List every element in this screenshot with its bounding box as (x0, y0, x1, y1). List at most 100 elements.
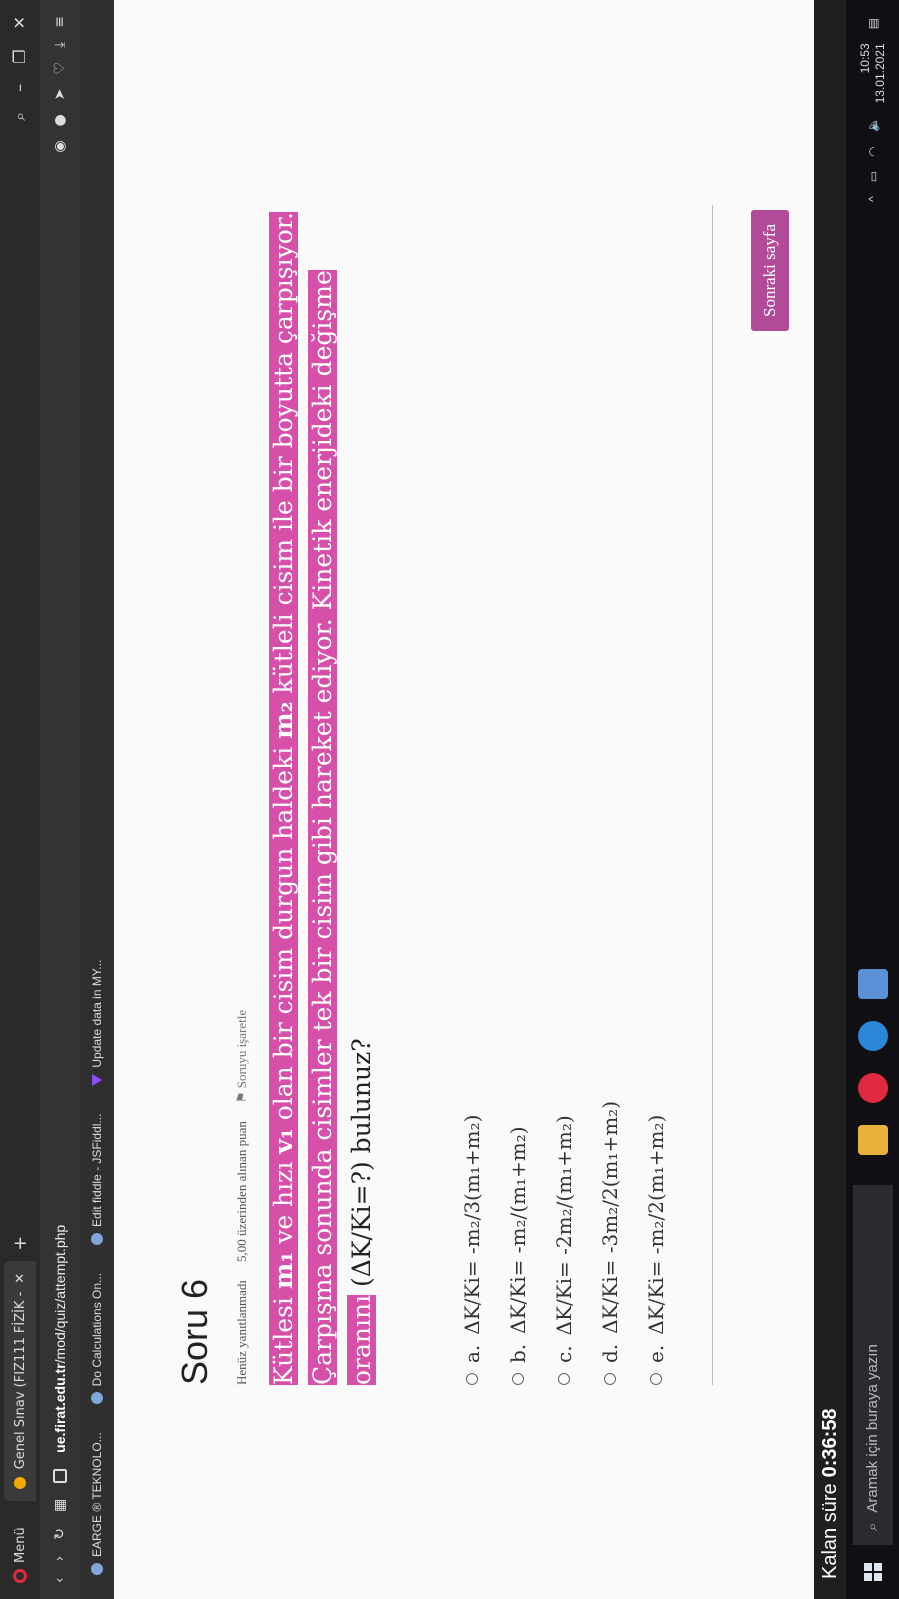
question-points: 5,00 üzerinden alınan puan (234, 1121, 249, 1262)
url-path: /mod/quiz/attempt.php (52, 1224, 68, 1364)
answer-option[interactable]: e. ΔK/Ki= -m₂/2(m₁+m₂) (633, 1101, 679, 1385)
radio-button[interactable] (558, 1373, 570, 1385)
easy-setup-icon[interactable]: ≡ (52, 16, 68, 28)
question-text-part: m₂ (269, 701, 298, 739)
browser-menu-button[interactable]: Menü (13, 1511, 28, 1599)
option-letter: c. (552, 1345, 576, 1363)
screen: Menü Genel Sınav (FIZ111 FİZİK - ✕ + ⌕ –… (0, 0, 899, 1599)
option-letter: b. (506, 1343, 530, 1363)
windows-taskbar: ⌕ Aramak için buraya yazın ^ ▭ ◠ 🔈 10:53… (846, 0, 899, 1599)
next-page-button[interactable]: Sonraki sayfa (751, 210, 789, 332)
reload-icon[interactable]: ↻ (52, 1528, 68, 1540)
back-icon[interactable]: ‹ (52, 1577, 68, 1583)
bookmark-label: Do Calculations On... (90, 1272, 104, 1387)
battery-icon[interactable]: ▭ (866, 171, 880, 182)
clock-time: 10:53 (857, 43, 872, 74)
url-field[interactable]: ue.firat.edu.tr/mod/quiz/attempt.php (52, 1225, 68, 1453)
taskbar-apps (857, 969, 888, 1155)
radio-button[interactable] (650, 1373, 662, 1385)
option-letter: d. (598, 1343, 622, 1363)
bookmark-item[interactable]: Do Calculations On... (90, 1272, 104, 1405)
system-tray: ^ ▭ ◠ 🔈 10:53 13.01.2021 ▤ (858, 0, 888, 202)
question-text-part: v₁ (269, 1128, 298, 1154)
heart-icon[interactable]: ♡ (52, 62, 68, 75)
maximize-icon[interactable]: ❐ (10, 49, 30, 63)
edge-icon[interactable] (857, 1021, 888, 1051)
volume-icon[interactable]: 🔈 (866, 117, 880, 132)
close-window-icon[interactable]: ✕ (10, 16, 30, 29)
url-host: ue.firat.edu.tr (52, 1363, 68, 1453)
bookmark-icon (91, 1563, 103, 1575)
tab-title: Genel Sınav (FIZ111 FİZİK - (12, 1291, 28, 1470)
question-text: Kütlesi m₁ ve hızı v₁ olan bir cisim dur… (264, 205, 381, 1385)
speed-dial-icon[interactable]: ▦ (52, 1499, 68, 1512)
new-tab-icon[interactable]: + (10, 1236, 31, 1251)
taskbar-search-placeholder: Aramak için buraya yazın (864, 1344, 881, 1513)
clock[interactable]: 10:53 13.01.2021 (858, 43, 888, 103)
bookmark-icon (91, 1392, 103, 1405)
minimize-icon[interactable]: – (10, 84, 30, 92)
question-status: Henüz yanıtlanmadı (234, 1279, 249, 1385)
menu-label: Menü (12, 1527, 28, 1563)
bookmark-label: EARGE ® TEKNOLO... (90, 1432, 104, 1557)
chevron-up-icon[interactable]: ^ (866, 196, 880, 202)
option-text: ΔK/Ki= -2m₂/(m₁+m₂) (552, 1115, 576, 1336)
answer-options: a. ΔK/Ki= -m₂/3(m₁+m₂) b. ΔK/Ki= -m₂/(m₁+m… (449, 1101, 679, 1385)
vue-logo-icon (92, 1073, 102, 1086)
radio-button[interactable] (512, 1373, 524, 1385)
answer-option[interactable]: b. ΔK/Ki= -m₂/(m₁+m₂) (495, 1101, 541, 1385)
flag-label: Soruyu işaretle (234, 1009, 249, 1089)
close-tab-icon[interactable]: ✕ (13, 1273, 28, 1284)
app-icon[interactable] (857, 969, 888, 999)
timer-label: Kalan süre (818, 1483, 841, 1579)
divider (712, 205, 713, 1385)
windows-logo-icon (863, 1563, 882, 1581)
favicon-icon (14, 1477, 26, 1490)
bookmark-item[interactable]: Update data in MY... (90, 960, 104, 1086)
question-text-part: m₁ (269, 1251, 298, 1290)
option-text: ΔK/Ki= -m₂/3(m₁+m₂) (460, 1114, 484, 1335)
lock-icon (53, 1468, 67, 1483)
browser-tab[interactable]: Genel Sınav (FIZ111 FİZİK - ✕ (4, 1260, 36, 1502)
answer-option[interactable]: c. ΔK/Ki= -2m₂/(m₁+m₂) (541, 1101, 587, 1385)
option-letter: a. (460, 1344, 484, 1363)
timer-bar: Kalan süre 0:36:58 (814, 0, 846, 1599)
taskbar-search[interactable]: ⌕ Aramak için buraya yazın (852, 1185, 893, 1545)
answer-option[interactable]: d. ΔK/Ki= -3m₂/2(m₁+m₂) (587, 1101, 633, 1385)
answer-option[interactable]: a. ΔK/Ki= -m₂/3(m₁+m₂) (449, 1101, 495, 1385)
radio-button[interactable] (604, 1373, 616, 1385)
notification-icon[interactable]: ▤ (866, 18, 880, 29)
opera-logo-icon (13, 1569, 27, 1583)
search-icon: ⌕ (864, 1522, 881, 1531)
file-explorer-icon[interactable] (857, 1125, 888, 1155)
option-text: ΔK/Ki= -m₂/(m₁+m₂) (506, 1126, 530, 1334)
search-icon[interactable]: ⌕ (10, 112, 30, 121)
camera-icon[interactable]: ◉ (52, 140, 68, 152)
option-text: ΔK/Ki= -m₂/2(m₁+m₂) (644, 1114, 668, 1335)
address-bar: ‹ › ↻ ▦ ue.firat.edu.tr/mod/quiz/attempt… (40, 0, 80, 1599)
bookmark-label: Edit fiddle - JSFiddl... (90, 1113, 104, 1227)
radio-button[interactable] (466, 1373, 478, 1385)
option-letter: e. (644, 1344, 668, 1363)
opera-icon[interactable] (857, 1073, 888, 1103)
question-text-part: olan bir cisim durgun haldeki (269, 738, 298, 1129)
flag-question-link[interactable]: ⚑ Soruyu işaretle (234, 1010, 250, 1103)
option-text: ΔK/Ki= -3m₂/2(m₁+m₂) (598, 1100, 622, 1334)
start-button[interactable] (863, 1545, 882, 1599)
browser-tab-bar: Menü Genel Sınav (FIZ111 FİZİK - ✕ + ⌕ –… (0, 0, 40, 1599)
bookmark-label: Update data in MY... (90, 959, 104, 1068)
address-bar-actions: ◉ ● ➤ ♡ ⤓ ≡ (52, 0, 68, 153)
window-controls: ⌕ – ❐ ✕ (10, 0, 30, 121)
question-text-part: ve hızı (269, 1153, 298, 1252)
download-icon[interactable]: ⤓ (52, 42, 68, 48)
quiz-page: Soru 6 Henüz yanıtlanmadı 5,00 üzerinden… (114, 0, 814, 1599)
forward-icon[interactable]: › (52, 1556, 68, 1562)
bookmark-item[interactable]: EARGE ® TEKNOLO... (90, 1432, 104, 1575)
vpn-icon[interactable]: ● (52, 114, 68, 126)
bookmark-icon (91, 1232, 103, 1245)
bookmark-item[interactable]: Edit fiddle - JSFiddl... (90, 1114, 104, 1245)
wifi-icon[interactable]: ◠ (866, 146, 880, 156)
question-text-part: (ΔK/Ki=?) bulunuz? (347, 1038, 376, 1295)
question-info: Henüz yanıtlanmadı 5,00 üzerinden alınan… (234, 1010, 250, 1385)
send-icon[interactable]: ➤ (52, 89, 68, 101)
